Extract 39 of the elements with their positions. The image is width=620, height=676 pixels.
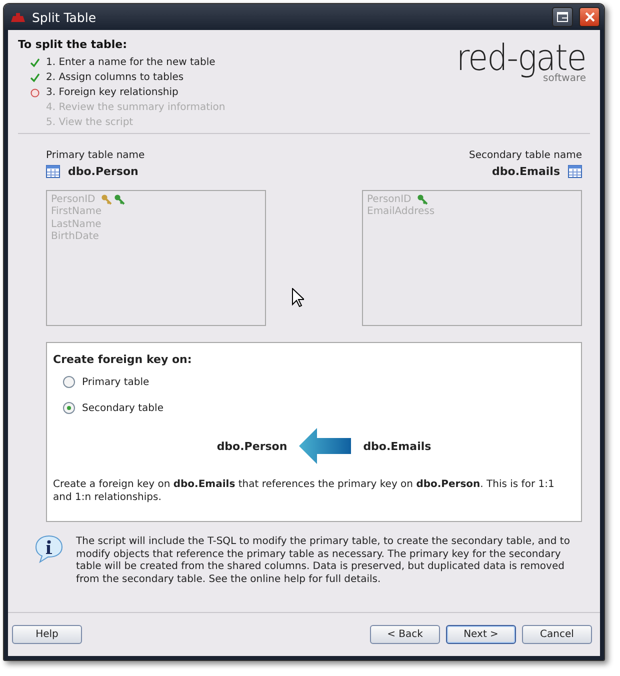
dialog-button[interactable]: Next > (446, 625, 516, 644)
help-button[interactable]: Help (12, 625, 82, 644)
restore-button[interactable] (552, 7, 573, 27)
app-icon (10, 11, 26, 23)
description-text: Create a foreign key on dbo.Emails that references the primary key on dbo.Person. This is for 1:1 and 1:n relationships. (53, 478, 556, 504)
table-name: dbo.Person (216, 440, 288, 452)
table-caption: Primary table name (46, 150, 146, 161)
table-icon (568, 165, 582, 178)
step-label: 4. Review the summary information (46, 102, 226, 113)
window-title: Split Table (32, 10, 98, 24)
steps-heading: To split the table: (18, 38, 128, 51)
dialog-button[interactable]: Cancel (522, 625, 592, 644)
radio-option[interactable]: Primary table (63, 376, 150, 388)
column-name: BirthDate (51, 231, 99, 242)
table-caption: Secondary table name (468, 150, 582, 161)
step-label: 1. Enter a name for the new table (46, 57, 216, 68)
close-button[interactable] (579, 7, 600, 27)
step-label: 2. Assign columns to tables (46, 72, 184, 83)
radio-option[interactable]: Secondary table (63, 402, 164, 414)
panel-heading: Create foreign key on: (53, 353, 193, 366)
table-name: dbo.Emails (363, 440, 432, 452)
info-icon (34, 534, 64, 564)
column-name: PersonID (51, 194, 96, 205)
table-icon (46, 165, 60, 178)
column-name: FirstName (51, 206, 102, 218)
table-name: dbo.Person (68, 165, 138, 178)
mouse-cursor-icon (292, 288, 304, 307)
table-name: dbo.Emails (492, 165, 560, 178)
restore-icon (557, 12, 568, 22)
step-label: 3. Foreign key relationship (46, 87, 178, 98)
dialog-button[interactable]: < Back (370, 625, 440, 644)
column-name: EmailAddress (367, 206, 435, 218)
info-text: The script will include the T-SQL to modify the primary table, to create the secondary table, and to modify objects that reference the primary table as necessary. The primary key for the secondary table will be created from the shared columns. Data is preserved, but duplicated data is removed from the secondary table. See the online help for full details. (76, 535, 571, 586)
arrow-icon (299, 428, 352, 464)
close-icon (584, 12, 594, 22)
column-name: LastName (51, 218, 102, 230)
column-name: PersonID (367, 194, 412, 205)
step-label: 5. View the script (46, 117, 134, 128)
current-step-icon (30, 88, 40, 98)
